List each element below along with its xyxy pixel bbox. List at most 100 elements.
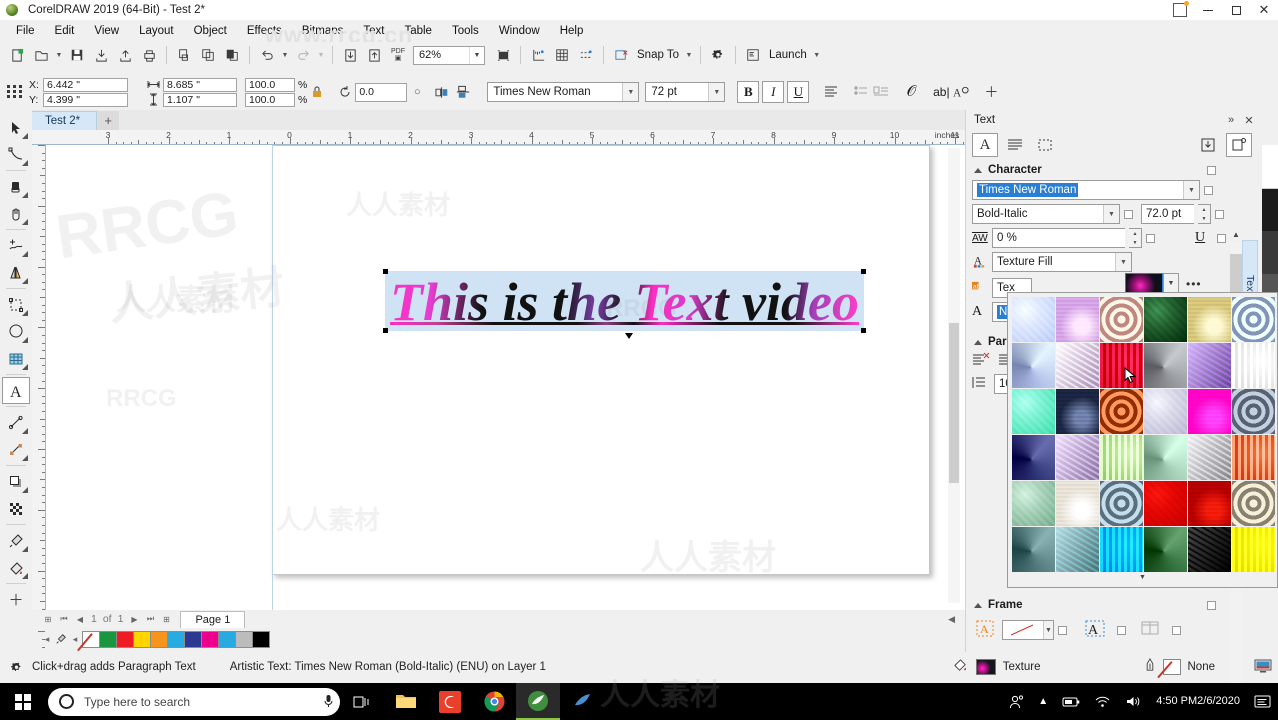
new-document-icon[interactable] — [5, 43, 29, 67]
shape-tool[interactable] — [2, 141, 30, 168]
toggle-preview-icon[interactable] — [1226, 133, 1252, 157]
texture-swatch[interactable] — [1232, 343, 1275, 388]
rotation-center-icon[interactable]: ○ — [407, 81, 427, 103]
add-page-after-icon[interactable]: ⊞ — [158, 611, 174, 627]
frame-text-wrap-icon[interactable]: A — [1085, 620, 1113, 640]
selection-handle-br[interactable] — [861, 328, 866, 333]
open-chevron-down-icon[interactable]: ▼ — [53, 43, 65, 67]
docker-kerning-spinner[interactable]: ▲ ▼ — [1129, 228, 1142, 248]
texture-swatch[interactable] — [1100, 435, 1143, 480]
palette-swatch[interactable] — [201, 630, 219, 648]
texture-swatch[interactable] — [1100, 481, 1143, 526]
palette-swatch[interactable] — [167, 630, 185, 648]
no-alignment-icon[interactable] — [972, 352, 994, 370]
undo-icon[interactable] — [255, 43, 279, 67]
paragraph-tab[interactable] — [1002, 133, 1028, 157]
outline-color-swatch[interactable] — [1162, 659, 1181, 675]
texture-swatch[interactable] — [1100, 527, 1143, 572]
texture-swatch[interactable] — [1056, 481, 1099, 526]
texture-swatch[interactable] — [1144, 297, 1187, 342]
docker-kerning-input[interactable]: 0 % — [992, 228, 1125, 248]
texture-swatch[interactable] — [1012, 297, 1055, 342]
texture-swatch[interactable] — [1012, 389, 1055, 434]
dimension-tool[interactable] — [2, 409, 30, 436]
cut-icon[interactable] — [172, 43, 196, 67]
wifi-icon[interactable] — [1087, 695, 1118, 708]
vertical-scroll-thumb[interactable] — [949, 323, 959, 483]
interactive-fill-tool[interactable] — [2, 554, 30, 581]
menu-help[interactable]: Help — [550, 22, 594, 40]
connector-tool[interactable] — [2, 436, 30, 463]
photo-paint-icon[interactable] — [516, 683, 560, 720]
menu-file[interactable]: File — [6, 22, 45, 40]
document-color-settings-icon[interactable] — [1254, 658, 1272, 677]
options-gear-icon[interactable] — [706, 43, 730, 67]
character-tab[interactable]: A — [972, 133, 998, 157]
underline-button[interactable]: U — [787, 81, 810, 103]
people-icon[interactable] — [1002, 694, 1031, 709]
edge-swatch-dark1[interactable] — [1262, 231, 1278, 274]
battery-icon[interactable] — [1055, 696, 1087, 708]
pan-tool[interactable] — [2, 200, 30, 227]
character-collapse-triangle-icon[interactable] — [974, 167, 982, 173]
palette-swatch[interactable] — [150, 630, 168, 648]
open-icon[interactable] — [29, 43, 53, 67]
next-page-icon[interactable]: ▶ — [126, 611, 142, 627]
selected-texture-preview[interactable] — [1125, 273, 1163, 293]
scale-height-input[interactable]: 100.0 — [245, 92, 295, 107]
add-toolbar-item-icon[interactable]: ＋ — [981, 81, 1001, 103]
save-icon[interactable] — [65, 43, 89, 67]
frame-section-checkbox[interactable] — [1207, 600, 1216, 610]
y-position-input[interactable]: 4.399 " — [43, 92, 128, 107]
height-input[interactable]: 1.107 " — [163, 92, 237, 107]
document-tab-test2[interactable]: Test 2* — [28, 111, 98, 130]
docker-font-size-spinner[interactable]: ▲ ▼ — [1198, 204, 1211, 224]
texture-swatch[interactable] — [1144, 527, 1187, 572]
export-icon[interactable] — [113, 43, 137, 67]
frame-outline-combobox[interactable]: ▼ — [1002, 620, 1054, 640]
docker-font-style-checkbox[interactable] — [1124, 209, 1133, 219]
texture-swatch[interactable] — [1056, 435, 1099, 480]
menu-object[interactable]: Object — [184, 22, 237, 40]
texture-swatch[interactable] — [1188, 297, 1231, 342]
width-input[interactable]: 8.685 " — [163, 77, 237, 92]
texture-chevron-down-icon[interactable]: ▼ — [1163, 273, 1179, 293]
pick-tool[interactable] — [2, 114, 30, 141]
launch-chevron-down-icon[interactable]: ▼ — [811, 43, 823, 67]
texture-swatch[interactable] — [1188, 389, 1231, 434]
selection-handle-bl[interactable] — [383, 328, 388, 333]
crop-tool[interactable] — [2, 173, 30, 200]
docker-scroll-thumb[interactable] — [1230, 254, 1242, 292]
menu-table[interactable]: Table — [394, 22, 442, 40]
texture-more-chevron-down-icon[interactable]: ▼ — [1012, 574, 1273, 581]
x-position-input[interactable]: 6.442 " — [43, 77, 128, 92]
italic-button[interactable]: I — [762, 81, 785, 103]
text-properties-icon[interactable]: A — [951, 81, 971, 103]
notification-center-icon[interactable] — [1247, 694, 1278, 709]
palette-swatch[interactable] — [99, 630, 117, 648]
docker-underline-checkbox[interactable] — [1217, 233, 1227, 243]
mirror-horizontal-icon[interactable] — [433, 81, 453, 103]
docker-font-size-input[interactable]: 72.0 pt — [1141, 204, 1194, 224]
texture-swatch[interactable] — [1144, 389, 1187, 434]
export-file-icon[interactable] — [362, 43, 386, 67]
character-section-checkbox[interactable] — [1207, 165, 1216, 175]
menu-text[interactable]: Text — [353, 22, 394, 40]
palette-scroll-left-icon[interactable]: ◀ — [948, 614, 955, 625]
edge-swatch-black[interactable] — [1262, 188, 1278, 232]
bold-button[interactable]: B — [737, 81, 760, 103]
selection-handle-tr[interactable] — [861, 269, 866, 274]
palette-swatch[interactable] — [82, 630, 100, 648]
drop-shadow-tool[interactable] — [2, 468, 30, 495]
texture-swatch[interactable] — [1056, 297, 1099, 342]
redo-icon[interactable] — [291, 43, 315, 67]
launch-label[interactable]: Launch — [765, 49, 811, 61]
texture-swatch[interactable] — [1144, 481, 1187, 526]
taskbar-search-box[interactable]: Type here to search — [48, 687, 340, 716]
mirror-vertical-icon[interactable] — [453, 81, 473, 103]
text-selection-box[interactable]: This is the Text video — [385, 271, 864, 339]
minimize-button[interactable] — [1194, 0, 1222, 20]
texture-swatch[interactable] — [1012, 527, 1055, 572]
docker-kerning-checkbox[interactable] — [1146, 233, 1155, 243]
capture-icon[interactable] — [560, 683, 604, 720]
